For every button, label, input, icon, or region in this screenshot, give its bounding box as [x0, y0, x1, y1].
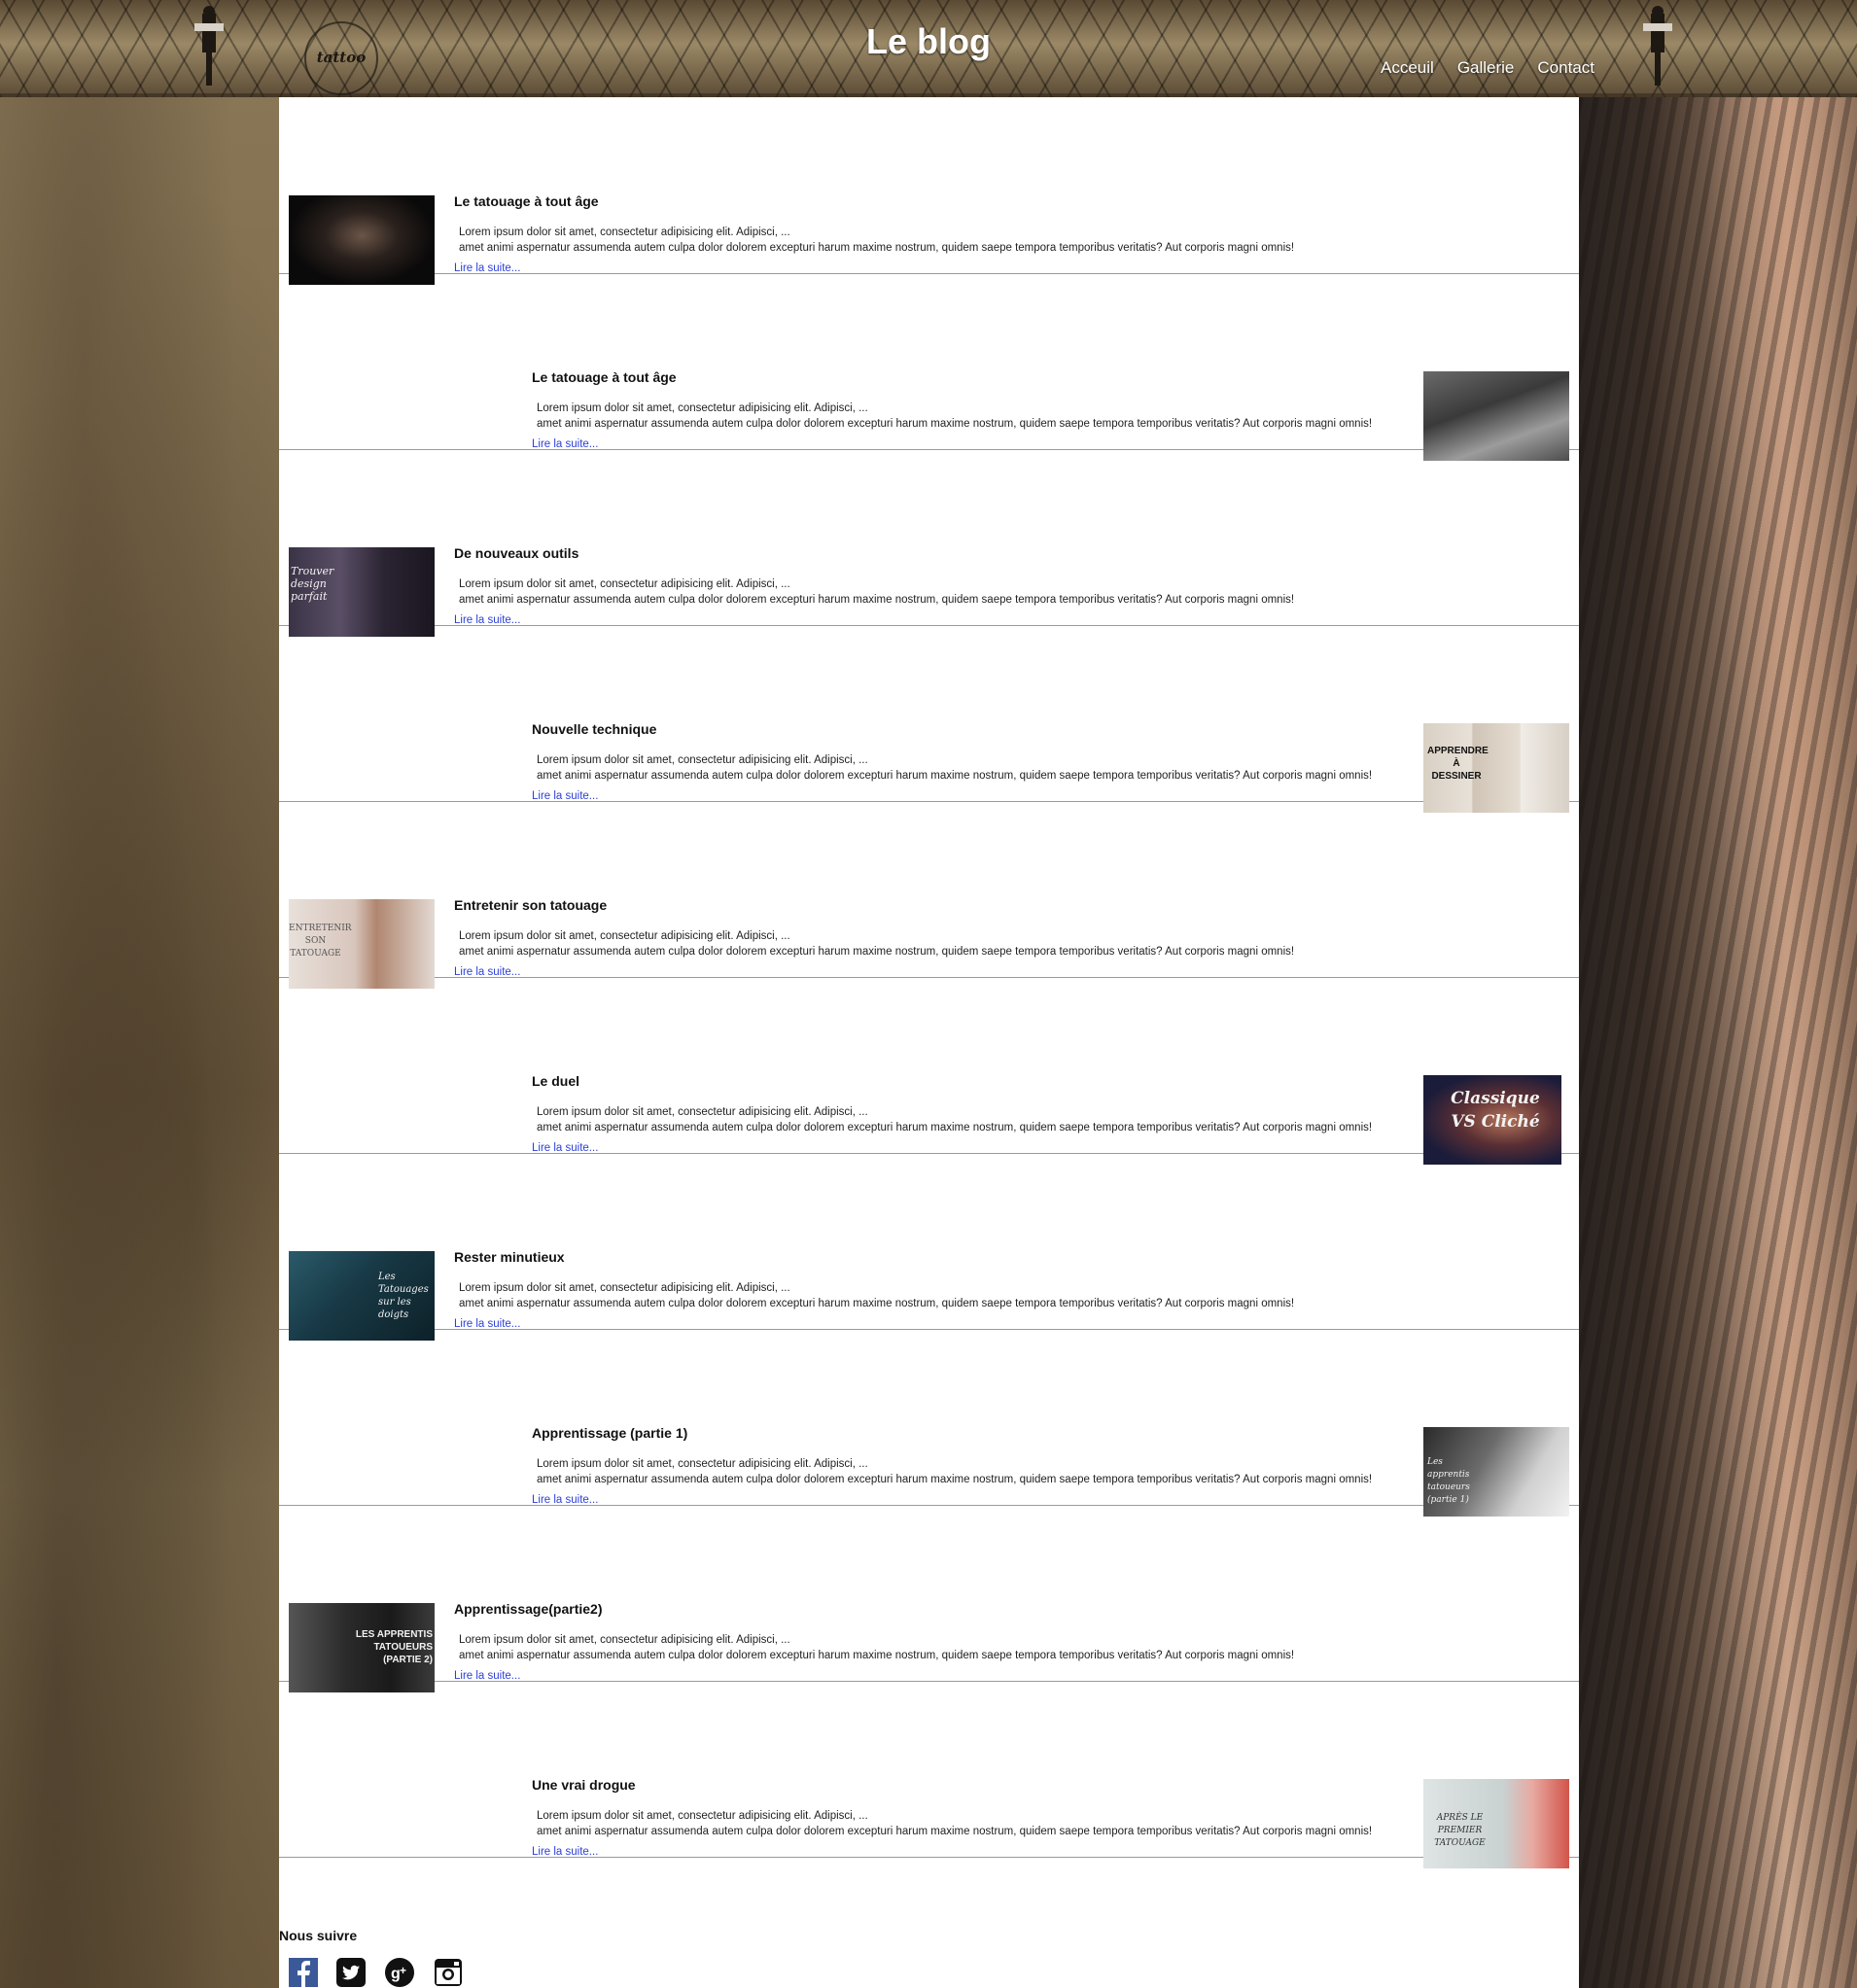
post-excerpt: Lorem ipsum dolor sit amet, consectetur …: [459, 578, 1295, 606]
page-title: Le blog: [866, 21, 991, 61]
post-excerpt: Lorem ipsum dolor sit amet, consectetur …: [459, 930, 1295, 958]
blog-post: Le tatouage à tout âge Lorem ipsum dolor…: [279, 97, 1579, 285]
post-title[interactable]: De nouveaux outils: [454, 545, 578, 561]
post-title[interactable]: Le tatouage à tout âge: [532, 369, 677, 385]
background-portrait-right: [1579, 0, 1857, 1988]
nav-link-contact[interactable]: Contact: [1537, 58, 1594, 78]
post-title[interactable]: Apprentissage (partie 1): [532, 1425, 687, 1441]
post-title[interactable]: Rester minutieux: [454, 1249, 565, 1265]
post-excerpt: Lorem ipsum dolor sit amet, consectetur …: [537, 1106, 1373, 1134]
post-thumbnail[interactable]: [1423, 371, 1569, 461]
facebook-icon[interactable]: [289, 1958, 318, 1987]
post-title[interactable]: Le tatouage à tout âge: [454, 193, 599, 209]
google-plus-icon[interactable]: g +: [385, 1958, 414, 1987]
background-texture-left: [0, 0, 279, 1988]
nav-link-accueil[interactable]: Acceuil: [1381, 58, 1434, 78]
post-thumbnail[interactable]: ENTRETENIR SON TATOUAGE: [289, 899, 435, 989]
post-excerpt: Lorem ipsum dolor sit amet, consectetur …: [537, 1810, 1373, 1837]
blog-post: LES APPRENTIS TATOUEURS (PARTIE 2) Appre…: [279, 1505, 1579, 1692]
post-title[interactable]: Le duel: [532, 1073, 579, 1089]
post-excerpt: Lorem ipsum dolor sit amet, consectetur …: [537, 1458, 1373, 1485]
post-thumbnail[interactable]: APPRENDRE À DESSINER: [1423, 723, 1569, 813]
blog-post: ENTRETENIR SON TATOUAGE Entretenir son t…: [279, 801, 1579, 989]
blog-post: Le duel Lorem ipsum dolor sit amet, cons…: [279, 977, 1579, 1165]
post-thumbnail[interactable]: LES APPRENTIS TATOUEURS (PARTIE 2): [289, 1603, 435, 1692]
blog-post: Trouver design parfait De nouveaux outil…: [279, 449, 1579, 637]
blog-post: Les Tatouages sur les doigts Rester minu…: [279, 1153, 1579, 1341]
post-title[interactable]: Entretenir son tatouage: [454, 897, 607, 913]
blog-post: Le tatouage à tout âge Lorem ipsum dolor…: [279, 273, 1579, 461]
blog-post: Une vrai drogue Lorem ipsum dolor sit am…: [279, 1681, 1579, 1868]
follow-us-label: Nous suivre: [279, 1928, 358, 1943]
instagram-icon[interactable]: [434, 1958, 463, 1987]
post-title[interactable]: Nouvelle technique: [532, 721, 656, 737]
main-nav: Acceuil Gallerie Contact: [1381, 58, 1594, 78]
post-title[interactable]: Une vrai drogue: [532, 1777, 636, 1793]
read-more-link[interactable]: Lire la suite...: [532, 1846, 598, 1858]
post-excerpt: Lorem ipsum dolor sit amet, consectetur …: [459, 227, 1295, 254]
site-header: tattoo Le blog Acceuil Gallerie Contact: [0, 0, 1857, 97]
post-excerpt: Lorem ipsum dolor sit amet, consectetur …: [537, 402, 1373, 430]
svg-text:+: +: [400, 1964, 406, 1977]
post-thumbnail[interactable]: Les apprentis tatoueurs (partie 1): [1423, 1427, 1569, 1517]
blog-post-list: Le tatouage à tout âge Lorem ipsum dolor…: [279, 97, 1579, 1988]
post-thumbnail[interactable]: APRÈS LE PREMIER TATOUAGE: [1423, 1779, 1569, 1868]
twitter-icon[interactable]: [336, 1958, 366, 1987]
post-excerpt: Lorem ipsum dolor sit amet, consectetur …: [459, 1282, 1295, 1309]
blog-post: Apprentissage (partie 1) Lorem ipsum dol…: [279, 1329, 1579, 1517]
nav-link-gallerie[interactable]: Gallerie: [1457, 58, 1515, 78]
post-excerpt: Lorem ipsum dolor sit amet, consectetur …: [459, 1634, 1295, 1661]
post-thumbnail[interactable]: [289, 195, 435, 285]
post-thumbnail[interactable]: Classique VS Cliché: [1423, 1075, 1561, 1165]
blog-post: Nouvelle technique Lorem ipsum dolor sit…: [279, 625, 1579, 813]
post-excerpt: Lorem ipsum dolor sit amet, consectetur …: [537, 754, 1373, 782]
post-thumbnail[interactable]: Trouver design parfait: [289, 547, 435, 637]
post-thumbnail[interactable]: Les Tatouages sur les doigts: [289, 1251, 435, 1341]
post-title[interactable]: Apprentissage(partie2): [454, 1601, 602, 1617]
